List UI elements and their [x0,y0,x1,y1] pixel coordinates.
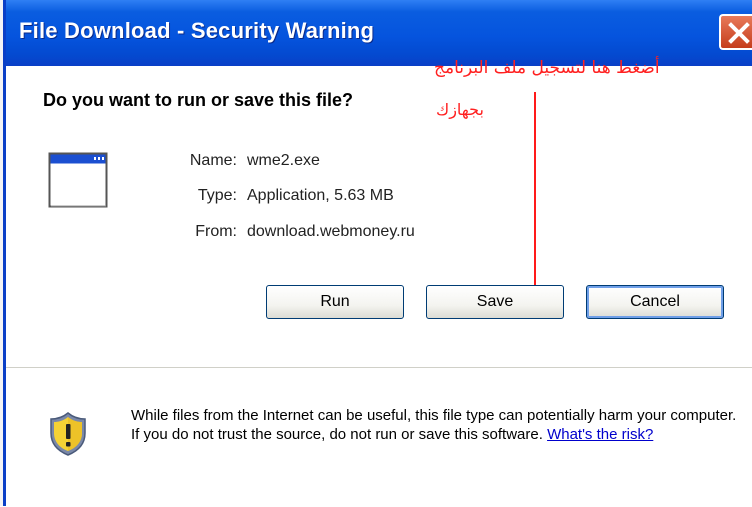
file-type-value: Application, 5.63 MB [247,187,394,204]
save-button[interactable]: Save [426,285,564,319]
window-title: File Download - Security Warning [19,18,375,43]
annotation-line-1: أضغط هنا لتسجيل ملف البرنامج [434,58,660,78]
file-type-label: Type: [197,187,237,204]
file-name-value: wme2.exe [247,152,320,169]
file-from-label: From: [195,223,237,240]
close-button[interactable] [719,14,752,50]
application-window-icon [48,152,108,208]
annotation-pointer-line [534,92,536,295]
dialog-content: Do you want to run or save this file? أض… [6,58,752,507]
close-icon [728,22,750,44]
file-from-value: download.webmoney.ru [247,223,415,240]
warning-message: While files from the Internet can be use… [131,406,741,444]
cancel-button[interactable]: Cancel [586,285,724,319]
run-button[interactable]: Run [266,285,404,319]
question-heading: Do you want to run or save this file? [43,90,354,110]
annotation-line-2: بجهازك [436,100,484,119]
file-name-label: Name: [189,152,237,169]
whats-the-risk-link[interactable]: What's the risk? [547,426,653,443]
title-bar[interactable]: File Download - Security Warning [6,0,752,66]
security-shield-icon [50,412,86,456]
dialog-window: File Download - Security Warning Do you … [3,0,752,507]
